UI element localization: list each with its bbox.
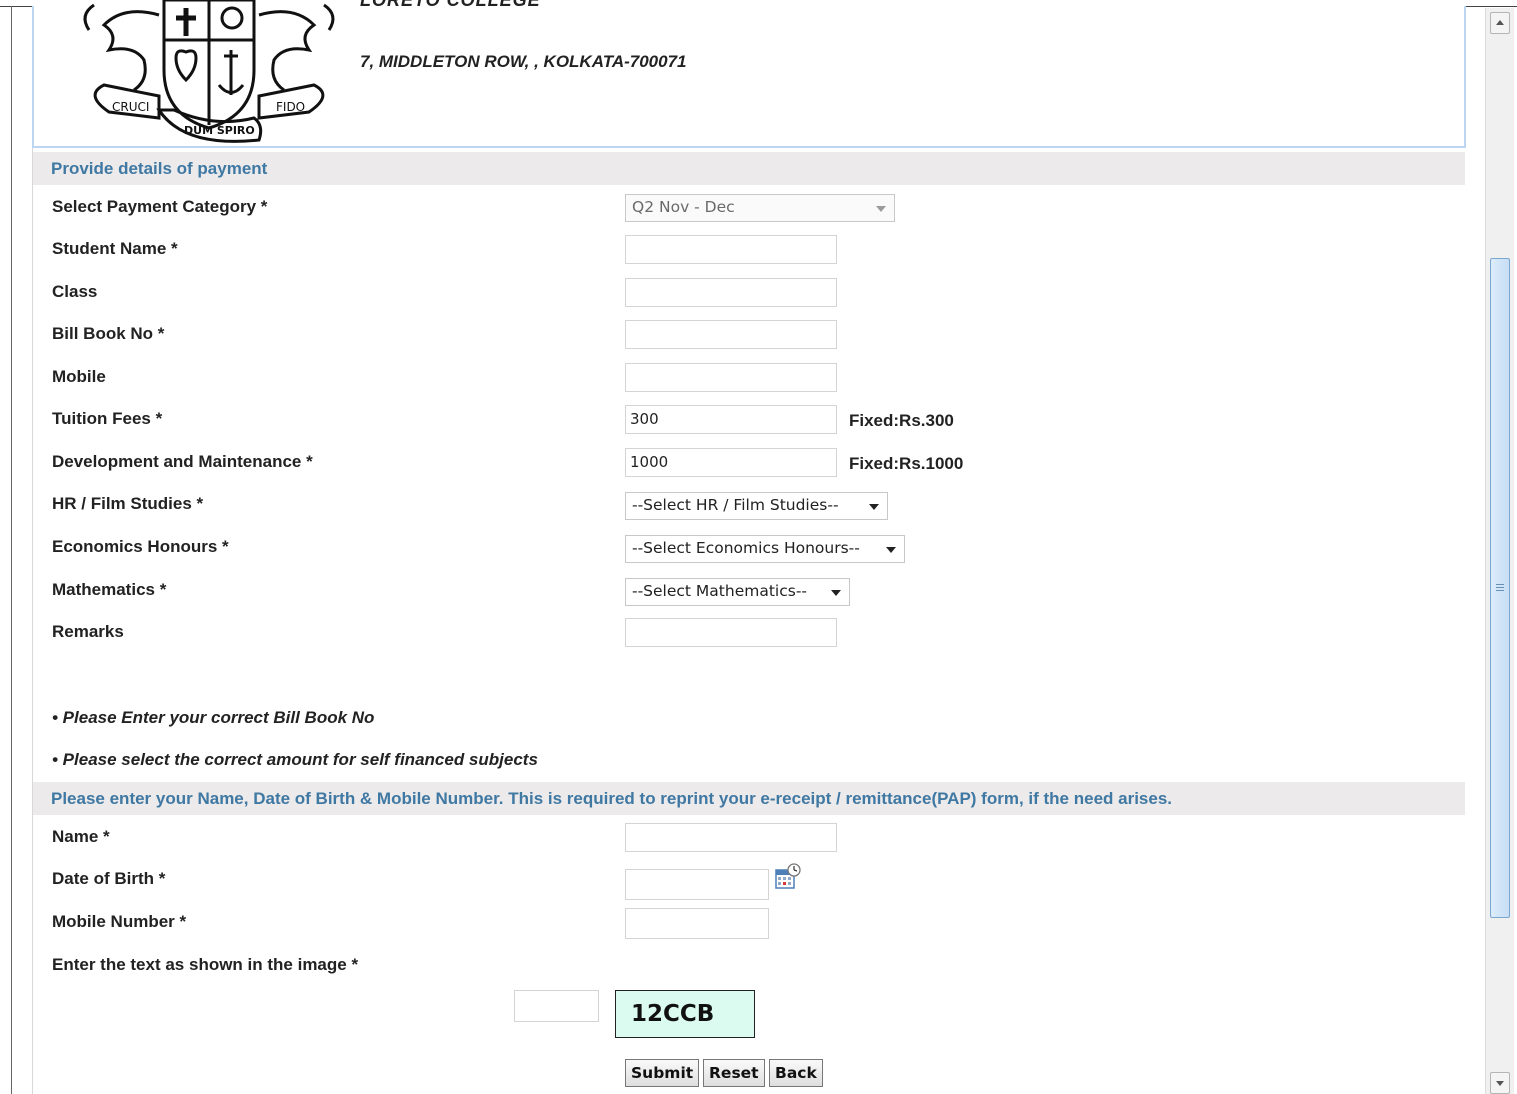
college-name: LORETO COLLEGE	[360, 0, 541, 10]
back-button[interactable]: Back	[769, 1059, 823, 1087]
economics-label: Economics Honours *	[52, 537, 229, 556]
payment-category-select[interactable]: Q2 Nov - Dec	[625, 194, 895, 222]
remarks-label: Remarks	[52, 622, 124, 641]
chevron-down-icon	[886, 547, 896, 553]
reset-button[interactable]: Reset	[703, 1059, 765, 1087]
payment-category-label: Select Payment Category *	[52, 197, 268, 216]
hr-film-label: HR / Film Studies *	[52, 494, 204, 513]
student-name-input[interactable]	[625, 235, 837, 264]
tuition-fees-input[interactable]: 300	[625, 405, 837, 434]
tuition-fees-label: Tuition Fees *	[52, 409, 163, 428]
mathematics-value: --Select Mathematics--	[632, 582, 808, 600]
mobile-label: Mobile	[52, 367, 106, 386]
development-input[interactable]: 1000	[625, 448, 837, 477]
scroll-down-button[interactable]	[1490, 1072, 1510, 1094]
class-label: Class	[52, 282, 98, 301]
remarks-input[interactable]	[625, 618, 837, 647]
scrollbar-thumb[interactable]	[1490, 258, 1510, 918]
bill-book-no-label: Bill Book No *	[52, 324, 165, 343]
development-label: Development and Maintenance *	[52, 452, 313, 471]
submit-button[interactable]: Submit	[625, 1059, 700, 1087]
name-label: Name *	[52, 827, 110, 846]
economics-value: --Select Economics Honours--	[632, 539, 860, 557]
note-bill-book: • Please Enter your correct Bill Book No	[52, 708, 375, 727]
payment-section-title: Provide details of payment	[33, 152, 1465, 185]
logo-motto-fido: FIDO	[276, 100, 305, 114]
college-header: CRUCI DUM SPIRO FIDO LORETO COLLEGE 7, M…	[32, 0, 1466, 148]
development-fixed-note: Fixed:Rs.1000	[849, 454, 964, 473]
mathematics-label: Mathematics *	[52, 580, 167, 599]
captcha-input[interactable]	[514, 990, 599, 1022]
student-name-label: Student Name *	[52, 239, 178, 258]
captcha-image: 12CCB	[615, 990, 755, 1038]
arrow-down-icon	[1496, 1081, 1504, 1086]
payment-category-value: Q2 Nov - Dec	[632, 198, 735, 216]
logo-motto-dum-spiro: DUM SPIRO	[184, 124, 255, 137]
arrow-up-icon	[1496, 20, 1504, 25]
economics-select[interactable]: --Select Economics Honours--	[625, 535, 905, 563]
college-address: 7, MIDDLETON ROW, , KOLKATA-700071	[360, 52, 687, 71]
grip-icon	[1496, 584, 1504, 593]
tuition-fees-fixed-note: Fixed:Rs.300	[849, 411, 954, 430]
logo-motto-cruci: CRUCI	[112, 100, 149, 114]
hr-film-select[interactable]: --Select HR / Film Studies--	[625, 492, 888, 520]
mathematics-select[interactable]: --Select Mathematics--	[625, 578, 850, 606]
mobile-input[interactable]	[625, 363, 837, 392]
scroll-up-button[interactable]	[1490, 12, 1510, 34]
class-input[interactable]	[625, 278, 837, 307]
name-input[interactable]	[625, 823, 837, 852]
calendar-icon[interactable]	[775, 862, 801, 890]
mobile-number-label: Mobile Number *	[52, 912, 187, 931]
chevron-down-icon	[869, 504, 879, 510]
chevron-down-icon	[876, 206, 886, 212]
bill-book-no-input[interactable]	[625, 320, 837, 349]
dob-label: Date of Birth *	[52, 869, 166, 888]
hr-film-value: --Select HR / Film Studies--	[632, 496, 839, 514]
captcha-label: Enter the text as shown in the image *	[52, 955, 359, 974]
vertical-scrollbar[interactable]	[1485, 8, 1514, 1094]
reprint-section-title: Please enter your Name, Date of Birth & …	[33, 782, 1465, 815]
dob-input[interactable]	[625, 869, 769, 900]
chevron-down-icon	[831, 590, 841, 596]
college-crest-logo: CRUCI DUM SPIRO FIDO	[83, 0, 335, 143]
window-left-border	[11, 6, 12, 1094]
mobile-number-input[interactable]	[625, 908, 769, 939]
note-self-financed: • Please select the correct amount for s…	[52, 750, 538, 769]
